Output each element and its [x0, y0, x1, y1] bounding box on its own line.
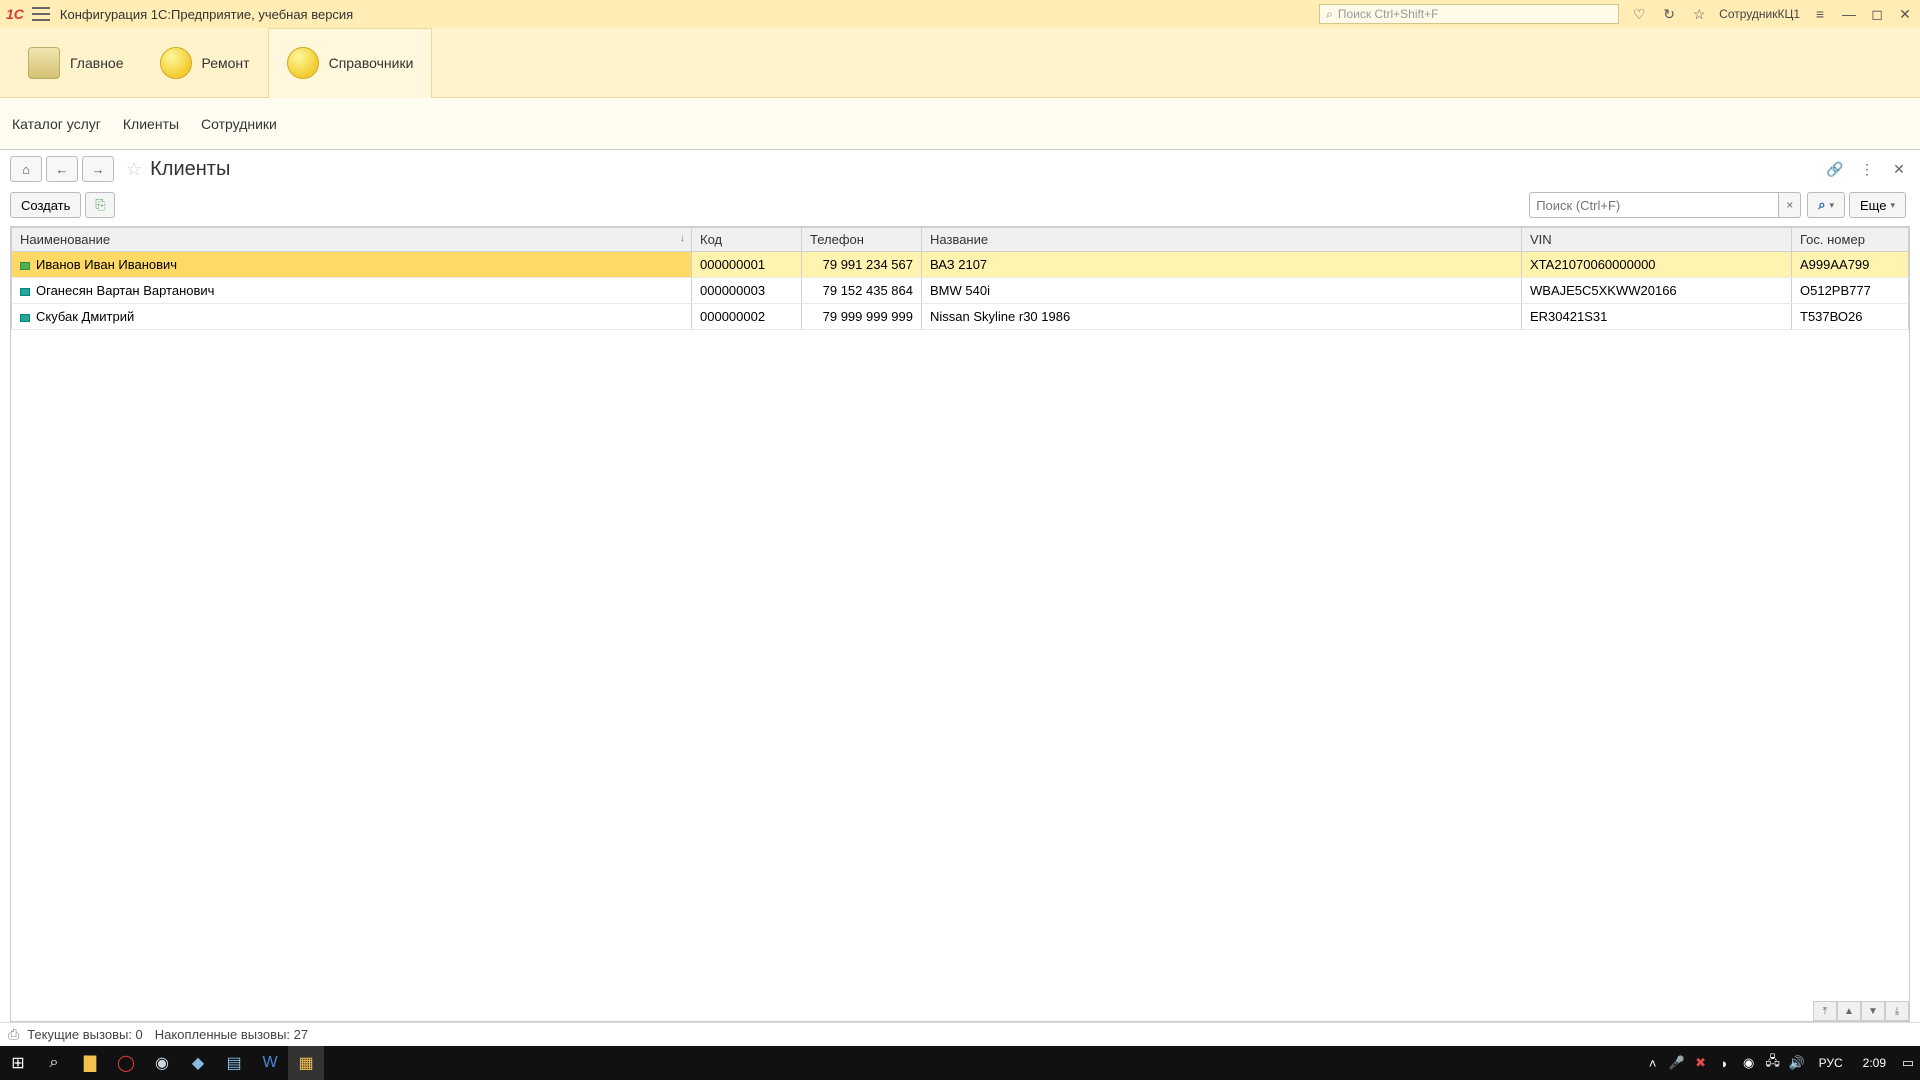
tray-network-icon[interactable]: 🖧: [1761, 1052, 1785, 1074]
app-logo: 1C: [6, 6, 24, 22]
window-title: Конфигурация 1С:Предприятие, учебная вер…: [60, 7, 353, 22]
tray-expand-icon[interactable]: ˄: [1641, 1056, 1665, 1071]
main-menu-icon[interactable]: [32, 7, 50, 21]
filter-clear-button[interactable]: ×: [1779, 192, 1801, 218]
list-filter-input[interactable]: [1529, 192, 1779, 218]
create-button[interactable]: Создать: [10, 192, 81, 218]
tray-language[interactable]: РУС: [1819, 1056, 1843, 1070]
section-main-label: Главное: [70, 55, 124, 71]
scroll-bottom-button[interactable]: ⤓: [1885, 1001, 1909, 1021]
copy-button[interactable]: ⎘: [85, 192, 115, 218]
copy-icon: ⎘: [95, 197, 105, 213]
back-button[interactable]: ←: [46, 156, 78, 182]
taskbar-word[interactable]: W: [252, 1046, 288, 1080]
submenu-catalog[interactable]: Каталог услуг: [12, 116, 101, 132]
minimize-button[interactable]: —: [1840, 6, 1858, 22]
current-user-label: СотрудникКЦ1: [1719, 7, 1800, 21]
close-button[interactable]: ✕: [1896, 6, 1914, 23]
forward-button[interactable]: →: [82, 156, 114, 182]
taskbar-search-button[interactable]: ⌕: [36, 1046, 72, 1080]
col-header-carname[interactable]: Название: [922, 228, 1522, 252]
table-row[interactable]: Оганесян Вартан Вартанович 000000003 79 …: [12, 278, 1909, 304]
favorite-star-icon[interactable]: ☆: [126, 159, 142, 180]
search-placeholder: Поиск Ctrl+Shift+F: [1338, 7, 1439, 21]
settings-icon[interactable]: ≡: [1810, 6, 1830, 22]
scroll-up-button[interactable]: ▲: [1837, 1001, 1861, 1021]
tray-clock[interactable]: 2:09: [1863, 1056, 1886, 1070]
record-icon: [20, 262, 30, 270]
scroll-down-button[interactable]: ▼: [1861, 1001, 1885, 1021]
tray-notifications-icon[interactable]: ▭: [1896, 1055, 1920, 1071]
home-button[interactable]: ⌂: [10, 156, 42, 182]
link-icon[interactable]: 🔗: [1824, 161, 1846, 178]
page-menu-icon[interactable]: ⋮: [1856, 161, 1878, 178]
sort-asc-icon: ↓: [680, 232, 686, 244]
col-header-name[interactable]: Наименование↓: [12, 228, 692, 252]
taskbar-app2[interactable]: ▤: [216, 1046, 252, 1080]
section-repair[interactable]: Ремонт: [142, 28, 268, 98]
col-header-vin[interactable]: VIN: [1522, 228, 1792, 252]
col-header-plate[interactable]: Гос. номер: [1792, 228, 1909, 252]
table-row[interactable]: Иванов Иван Иванович 000000001 79 991 23…: [12, 252, 1909, 278]
page-title: Клиенты: [150, 158, 230, 181]
col-header-phone[interactable]: Телефон: [802, 228, 922, 252]
submenu-employees[interactable]: Сотрудники: [201, 116, 277, 132]
record-icon: [20, 288, 30, 296]
tray-mic-icon[interactable]: 🎤: [1665, 1055, 1689, 1071]
more-button[interactable]: Еще▾: [1849, 192, 1906, 218]
page-close-icon[interactable]: ✕: [1888, 161, 1910, 178]
tray-security-icon[interactable]: ✖: [1689, 1055, 1713, 1071]
section-refs[interactable]: Справочники: [268, 28, 433, 98]
taskbar-opera[interactable]: ◯: [108, 1046, 144, 1080]
taskbar-app1[interactable]: ◆: [180, 1046, 216, 1080]
repair-section-icon: [160, 47, 192, 79]
maximize-button[interactable]: ◻: [1868, 6, 1886, 23]
col-header-code[interactable]: Код: [692, 228, 802, 252]
section-main[interactable]: Главное: [10, 28, 142, 98]
table-row[interactable]: Скубак Дмитрий 000000002 79 999 999 999 …: [12, 304, 1909, 330]
tray-discord-icon[interactable]: ◗: [1713, 1056, 1737, 1071]
submenu-clients[interactable]: Клиенты: [123, 116, 179, 132]
refs-section-icon: [287, 47, 319, 79]
global-search-input[interactable]: ⌕ Поиск Ctrl+Shift+F: [1319, 4, 1619, 24]
record-icon: [20, 314, 30, 322]
table-empty-area: [11, 330, 1909, 1021]
history-icon[interactable]: ↻: [1659, 6, 1679, 23]
main-section-icon: [28, 47, 60, 79]
windows-start-button[interactable]: ⊞: [0, 1046, 36, 1080]
section-repair-label: Ремонт: [202, 55, 250, 71]
search-icon: ⌕: [1326, 7, 1333, 22]
tray-steam-icon[interactable]: ◉: [1737, 1055, 1761, 1071]
status-queued-calls: Накопленные вызовы: 27: [155, 1027, 308, 1042]
status-icon: ⎙: [8, 1026, 19, 1043]
taskbar-explorer[interactable]: ▇: [72, 1046, 108, 1080]
favorites-icon[interactable]: ☆: [1689, 6, 1709, 23]
search-icon: ⌕: [1818, 197, 1825, 213]
tray-volume-icon[interactable]: 🔊: [1785, 1055, 1809, 1071]
status-current-calls: Текущие вызовы: 0: [27, 1027, 143, 1042]
scroll-top-button[interactable]: ⤒: [1813, 1001, 1837, 1021]
taskbar-steam[interactable]: ◉: [144, 1046, 180, 1080]
section-refs-label: Справочники: [329, 55, 414, 71]
notifications-icon[interactable]: ♡: [1629, 6, 1649, 23]
taskbar-1c[interactable]: ▦: [288, 1046, 324, 1080]
clients-table: Наименование↓ Код Телефон Название VIN Г…: [10, 226, 1910, 1022]
search-dropdown-button[interactable]: ⌕▾: [1807, 192, 1845, 218]
